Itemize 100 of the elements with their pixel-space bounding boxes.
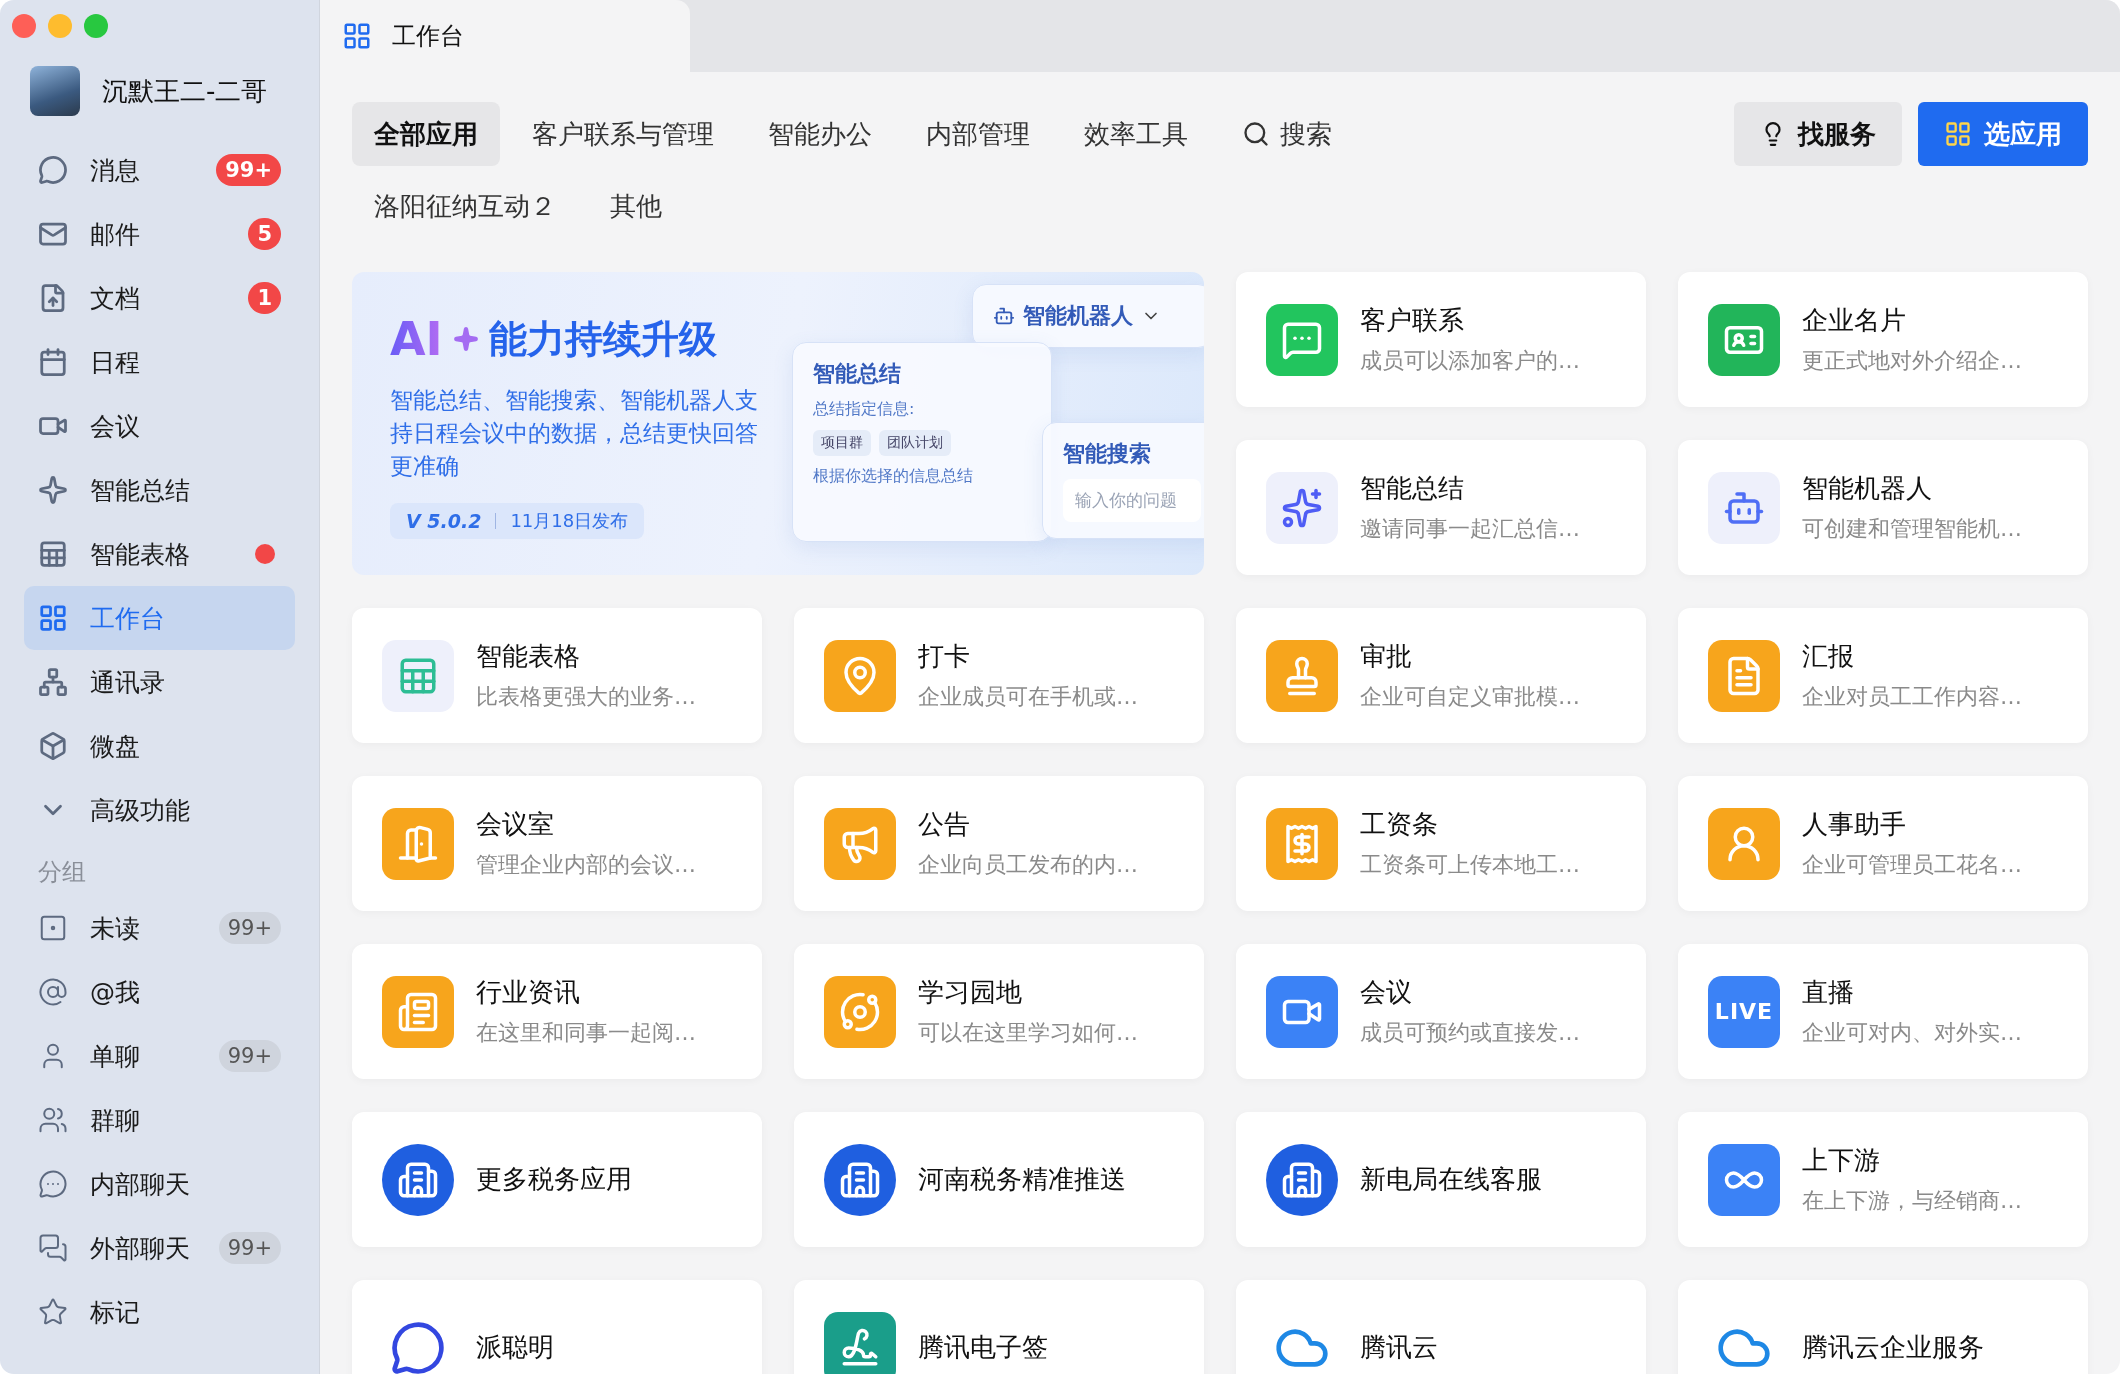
sidebar-item[interactable]: 未读 99+ <box>24 896 295 960</box>
app-card[interactable]: 公告 企业向员工发布的内… <box>794 776 1204 911</box>
app-card[interactable]: 腾讯电子签 <box>794 1280 1204 1374</box>
sidebar-item[interactable]: 智能表格 <box>24 522 295 586</box>
app-name: 会议 <box>1360 976 1413 1009</box>
count-badge: 99+ <box>218 1040 281 1072</box>
choose-apps-button[interactable]: 选应用 <box>1918 102 2088 166</box>
app-card[interactable]: 腾讯云企业服务 <box>1678 1280 2088 1374</box>
app-description: 可以在这里学习如何… <box>918 1019 1138 1047</box>
robot-icon <box>993 305 1015 327</box>
mock-title: 智能搜索 <box>1063 440 1152 468</box>
app-name: 智能总结 <box>1360 472 1465 505</box>
sidebar-item[interactable]: 通讯录 <box>24 650 295 714</box>
search-link[interactable]: 搜索 <box>1220 102 1354 166</box>
mock-note: 根据你选择的信息总结 <box>813 466 974 487</box>
app-description: 企业可自定义审批模… <box>1360 683 1580 711</box>
mock-chip: 项目群 <box>813 430 871 456</box>
app-description: 更正式地对外介绍企… <box>1802 347 2022 375</box>
find-service-button[interactable]: 找服务 <box>1734 102 1902 166</box>
sidebar-item[interactable]: 智能总结 <box>24 458 295 522</box>
window-tab[interactable]: 工作台 <box>320 0 690 72</box>
app-description: 比表格更强大的业务… <box>476 683 696 711</box>
app-card[interactable]: 工资条 工资条可上传本地工… <box>1236 776 1646 911</box>
count-badge: 99+ <box>218 912 281 944</box>
app-name: 腾讯云企业服务 <box>1802 1331 1984 1364</box>
app-card[interactable]: 汇报 企业对员工工作内容… <box>1678 608 2088 743</box>
app-card[interactable]: 会议室 管理企业内部的会议… <box>352 776 762 911</box>
app-card[interactable]: LIVE 直播 企业可对内、对外实… <box>1678 944 2088 1079</box>
people-icon <box>38 1105 68 1135</box>
category-tab[interactable]: 效率工具 <box>1062 102 1210 166</box>
sidebar-item[interactable]: 消息 99+ <box>24 138 295 202</box>
app-card[interactable]: 人事助手 企业可管理员工花名… <box>1678 776 2088 911</box>
app-name: 直播 <box>1802 976 1855 1009</box>
app-name: 腾讯云 <box>1360 1331 1438 1364</box>
app-card[interactable]: 新电局在线客服 <box>1236 1112 1646 1247</box>
app-description: 邀请同事一起汇总信… <box>1360 515 1580 543</box>
app-name: 智能表格 <box>476 640 581 673</box>
app-card[interactable]: 更多税务应用 <box>352 1112 762 1247</box>
sidebar-item[interactable]: 内部聊天 <box>24 1152 295 1216</box>
app-card[interactable]: 腾讯云 <box>1236 1280 1646 1374</box>
app-name: 上下游 <box>1802 1144 1881 1177</box>
unread-icon <box>38 913 68 943</box>
sidebar-item[interactable]: 文档 1 <box>24 266 295 330</box>
app-name: 审批 <box>1360 640 1413 673</box>
app-description: 管理企业内部的会议… <box>476 851 696 879</box>
sidebar-item[interactable]: 外部聊天 99+ <box>24 1216 295 1280</box>
app-card[interactable]: 客户联系 成员可以添加客户的… <box>1236 272 1646 407</box>
app-description: 企业可管理员工花名… <box>1802 851 2022 879</box>
app-name: 客户联系 <box>1360 304 1465 337</box>
app-card[interactable]: 学习园地 可以在这里学习如何… <box>794 944 1204 1079</box>
app-description: 可创建和管理智能机… <box>1802 515 2022 543</box>
app-name: 学习园地 <box>918 976 1023 1009</box>
category-tab[interactable]: 客户联系与管理 <box>510 102 736 166</box>
sidebar-item[interactable]: 群聊 <box>24 1088 295 1152</box>
count-badge: 99+ <box>218 1232 281 1264</box>
sidebar-item[interactable]: 高级功能 <box>24 778 295 842</box>
category-tab[interactable]: 洛阳征纳互动２ <box>352 174 578 238</box>
sidebar-item[interactable]: 标记 <box>24 1280 295 1344</box>
sidebar-item[interactable]: 日程 <box>24 330 295 394</box>
app-description: 企业可对内、对外实… <box>1802 1019 2022 1047</box>
app-name: 派聪明 <box>476 1331 554 1364</box>
app-card[interactable]: 上下游 在上下游，与经销商… <box>1678 1112 2088 1247</box>
app-card[interactable]: 企业名片 更正式地对外介绍企… <box>1678 272 2088 407</box>
app-description: 成员可以添加客户的… <box>1360 347 1580 375</box>
box-icon <box>38 731 68 761</box>
category-tab[interactable]: 其他 <box>588 174 684 238</box>
app-card[interactable]: 智能机器人 可创建和管理智能机… <box>1678 440 2088 575</box>
close-button[interactable] <box>12 14 36 38</box>
app-card[interactable]: 智能表格 比表格更强大的业务… <box>352 608 762 743</box>
app-card[interactable]: 河南税务精准推送 <box>794 1112 1204 1247</box>
app-card[interactable]: 会议 成员可预约或直接发… <box>1236 944 1646 1079</box>
minimize-button[interactable] <box>48 14 72 38</box>
grid-icon <box>342 21 372 51</box>
app-card[interactable]: 审批 企业可自定义审批模… <box>1236 608 1646 743</box>
app-description: 工资条可上传本地工… <box>1360 851 1580 879</box>
avatar-photo-placeholder[interactable] <box>30 66 80 116</box>
sidebar-item[interactable]: 微盘 <box>24 714 295 778</box>
category-tab[interactable]: 全部应用 <box>352 102 500 166</box>
promo-banner[interactable]: AI 能力持续升级 智能总结、智能搜索、智能机器人支持日程会议中的数据，总结更快回答更准确 V 5.0.2 11月18日发布 智能机器人 智能总结 总结指定信息: 项目群 团队计划 根据你选择的信息总结 智能搜索 输入你的问题 <box>352 272 1204 575</box>
category-tab[interactable]: 内部管理 <box>904 102 1052 166</box>
app-card[interactable]: 行业资讯 在这里和同事一起阅… <box>352 944 762 1079</box>
sidebar-item[interactable]: 邮件 5 <box>24 202 295 266</box>
app-card[interactable]: 智能总结 邀请同事一起汇总信… <box>1236 440 1646 575</box>
sidebar-item[interactable]: 单聊 99+ <box>24 1024 295 1088</box>
sidebar-item[interactable]: @我 <box>24 960 295 1024</box>
table-icon <box>38 539 68 569</box>
sidebar-item[interactable]: 会议 <box>24 394 295 458</box>
count-badge: 5 <box>248 218 281 250</box>
banner-title: 能力持续升级 <box>488 315 717 363</box>
app-card[interactable]: 派聪明 <box>352 1280 762 1374</box>
maximize-button[interactable] <box>84 14 108 38</box>
app-name: 打卡 <box>918 640 971 673</box>
category-tab[interactable]: 智能办公 <box>746 102 894 166</box>
app-card[interactable]: 打卡 企业成员可在手机或… <box>794 608 1204 743</box>
section-heading: 分组 <box>38 857 87 888</box>
count-badge: 1 <box>248 282 281 314</box>
count-badge: 99+ <box>216 154 281 186</box>
app-description: 企业向员工发布的内… <box>918 851 1138 879</box>
sparkle-icon <box>452 326 479 352</box>
app-description: 成员可预约或直接发… <box>1360 1019 1580 1047</box>
